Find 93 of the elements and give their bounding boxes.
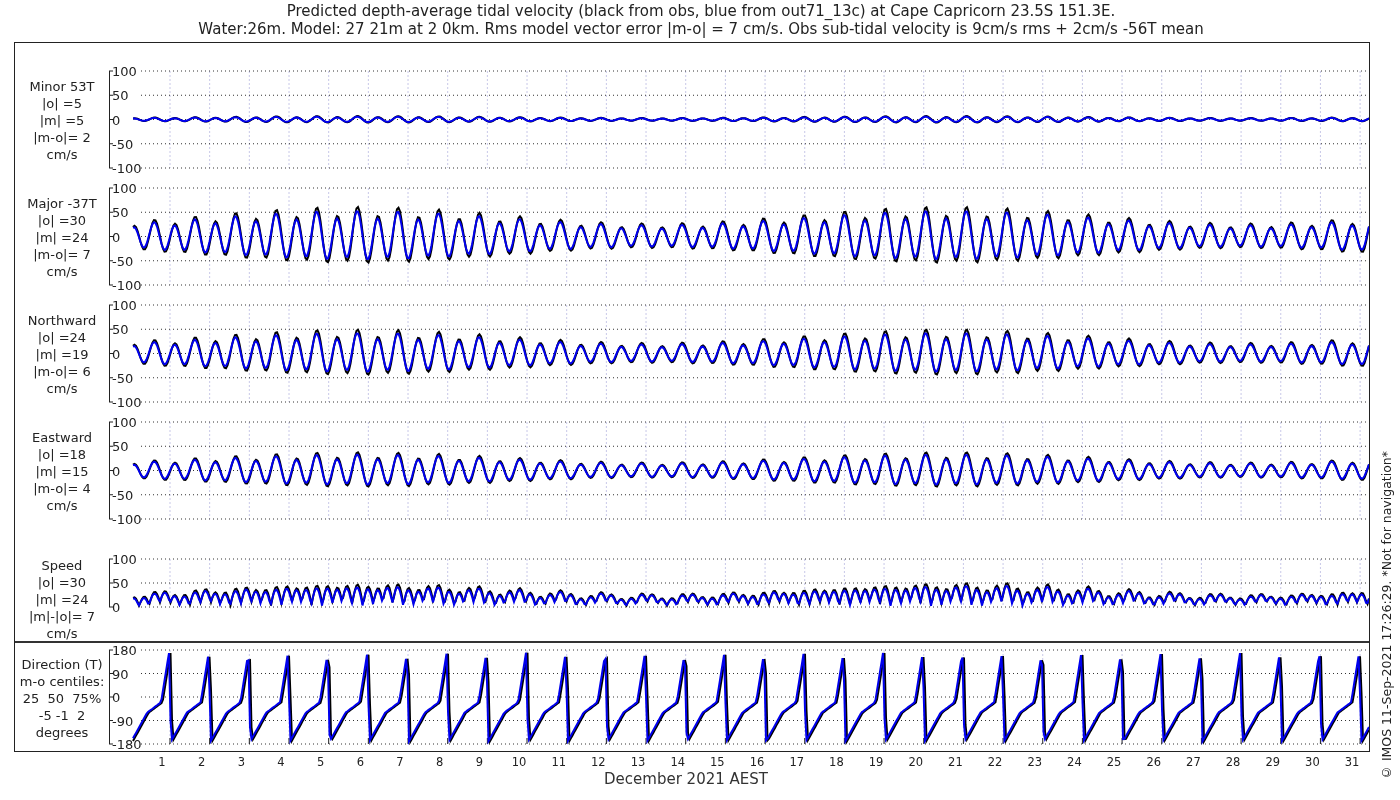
panel-title: Speed: [41, 556, 83, 574]
panel-title: Direction (T): [21, 655, 103, 673]
axis-tick-label: 16: [749, 755, 765, 769]
panel-stat: |m| =24: [35, 229, 89, 246]
axis-tick-label: 0: [112, 690, 121, 705]
axis-tick-label: 2: [198, 755, 206, 769]
chart-title: Water:26m. Model: 27 21m at 2 0km. Rms model vector error |m-o| = 7 cm/s. Obs sub-tidal velocity is 9cm/s rms + 2cm/s -56T mean: [197, 20, 1205, 38]
panel-title: Minor 53T: [29, 78, 95, 95]
axis-tick-label: -100: [112, 161, 142, 176]
panel-stat: |o| =18: [37, 446, 87, 463]
panel-stat: cm/s: [46, 497, 78, 514]
axis-tick-label: 180: [112, 643, 137, 658]
axis-tick-label: 20: [908, 755, 924, 769]
axis-tick-label: 6: [356, 755, 364, 769]
axis-tick-label: 14: [670, 755, 686, 769]
axis-tick-label: 7: [396, 755, 404, 769]
axis-tick-label: 27: [1186, 755, 1201, 769]
axis-tick-label: 50: [112, 88, 129, 104]
axis-tick-label: 18: [829, 755, 844, 769]
axis-tick-label: 90: [112, 666, 129, 682]
axis-tick-label: 0: [112, 346, 121, 362]
axis-tick-label: 30: [1305, 755, 1320, 769]
copyright-caption: © IMOS 11-Sep-2021 17:26:29. *Not for navigation*: [1378, 450, 1394, 780]
panel-stat: |m| =24: [35, 590, 89, 608]
axis-tick-label: 0: [112, 112, 121, 128]
axis-tick-label: 50: [112, 205, 129, 221]
axis-tick-label: 50: [112, 322, 129, 338]
panel-stat: |m-o|= 2: [33, 129, 91, 146]
panel-stat: |o| =24: [37, 329, 87, 346]
panel-stat: |m-o|= 6: [33, 363, 91, 380]
axis-label: December 2021 AEST: [604, 770, 768, 788]
panel-stat: cm/s: [46, 380, 78, 397]
axis-tick-label: 15: [710, 755, 725, 769]
axis-tick-label: 10: [511, 755, 527, 769]
panel-title: Eastward: [32, 429, 92, 446]
panel-stat: |o| =5: [42, 95, 82, 112]
panel-stat: cm/s: [46, 146, 78, 163]
axis-tick-label: -100: [112, 395, 142, 410]
panel-stat: |m| =19: [35, 346, 89, 363]
axis-tick-label: 24: [1067, 755, 1082, 769]
axis-tick-label: 17: [789, 755, 805, 769]
panel-stat: |o| =30: [37, 573, 87, 591]
panel-stat: |m-o|= 7: [33, 246, 91, 263]
axis-tick-label: -50: [112, 136, 134, 152]
panel-stat: m-o centiles:: [19, 672, 105, 690]
panel-stat: 25 50 75%: [22, 689, 102, 707]
axis-tick-label: 12: [591, 755, 606, 769]
axis-tick-label: 13: [630, 755, 646, 769]
axis-tick-label: 8: [436, 755, 444, 769]
panel-stat: |m-o|= 4: [33, 480, 91, 497]
panel-stat: -5 -1 2: [38, 706, 86, 724]
axis-tick-label: -50: [112, 370, 134, 386]
axis-tick-label: 9: [475, 755, 483, 769]
axis-tick-label: -100: [112, 278, 142, 293]
panel-stat: cm/s: [46, 263, 78, 280]
panel-stat: |m| =5: [39, 112, 85, 129]
axis-tick-label: 100: [112, 552, 137, 567]
panel-stat: cm/s: [46, 624, 78, 642]
axis-tick-label: 100: [112, 181, 137, 196]
axis-tick-label: 100: [112, 415, 137, 430]
axis-tick-label: 19: [868, 755, 884, 769]
axis-tick-label: 0: [112, 600, 121, 615]
chart-title: Predicted depth-average tidal velocity (black from obs, blue from out71_13c) at Cape Capricorn 23.5S 151.3E.: [285, 2, 1117, 20]
axis-tick-label: 0: [112, 229, 121, 245]
axis-tick-label: 100: [112, 298, 137, 313]
axis-tick-label: 100: [112, 64, 137, 79]
axis-tick-label: 11: [551, 755, 566, 769]
axis-tick-label: -50: [112, 253, 134, 269]
axis-tick-label: 22: [987, 755, 1003, 769]
axis-tick-label: 29: [1265, 755, 1281, 769]
panel-stat: |o| =30: [37, 212, 87, 229]
axis-tick-label: 50: [112, 576, 129, 591]
axis-tick-label: 21: [948, 755, 963, 769]
axis-tick-label: -180: [112, 737, 142, 752]
panel-title: Major -37T: [27, 195, 97, 212]
axis-tick-label: 0: [112, 463, 121, 479]
axis-tick-label: -50: [112, 487, 134, 503]
panel-stat: |m|-|o|= 7: [28, 607, 96, 625]
axis-tick-label: 28: [1225, 755, 1241, 769]
panel-stat: |m| =15: [35, 463, 89, 480]
axis-tick-label: 23: [1027, 755, 1043, 769]
panel-title: Northward: [27, 312, 97, 329]
axis-tick-label: 5: [317, 755, 325, 769]
axis-tick-label: -90: [112, 713, 134, 729]
axis-tick-label: 26: [1146, 755, 1162, 769]
axis-tick-label: 50: [112, 439, 129, 455]
axis-tick-label: 25: [1106, 755, 1122, 769]
axis-tick-label: 3: [237, 755, 245, 769]
axis-tick-label: 1: [158, 755, 166, 769]
axis-tick-label: -100: [112, 512, 142, 527]
axis-tick-label: 4: [277, 755, 285, 769]
axis-tick-label: 31: [1344, 755, 1360, 769]
panel-stat: degrees: [35, 723, 89, 741]
